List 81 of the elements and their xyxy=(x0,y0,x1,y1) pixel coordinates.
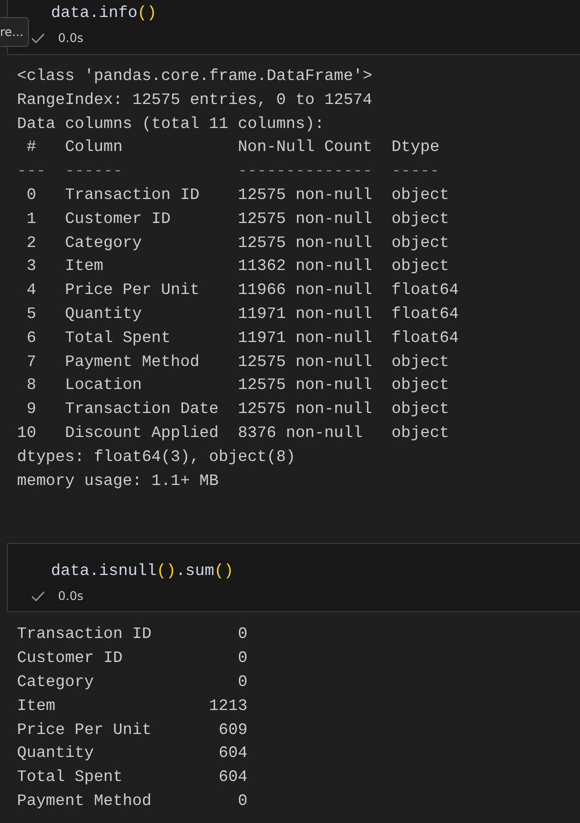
index-cell-text: 8 xyxy=(26,375,36,396)
code-line: data.info() xyxy=(51,3,158,24)
count-cell-text: 12575 non-null xyxy=(238,184,372,206)
header-rule: --- xyxy=(17,161,46,182)
column-header: Column xyxy=(65,137,123,158)
label-cell-text: Payment Method xyxy=(17,790,152,812)
label-cell-text: Transaction ID xyxy=(17,624,152,646)
index-cell-text: 0 xyxy=(26,184,36,206)
dtype-cell-text: object xyxy=(391,399,450,420)
count-cell-text: 11362 non-null xyxy=(238,256,372,278)
value-cell-text: 0 xyxy=(238,648,248,670)
column-name-cell-text: Transaction ID xyxy=(65,184,200,206)
index-cell-text: 7 xyxy=(26,352,36,373)
dtype-cell-text: float64 xyxy=(391,280,459,302)
index-cell-text: 2 xyxy=(26,232,36,254)
execution-time: 0.0s xyxy=(58,589,84,604)
dtype-cell-text: object xyxy=(391,208,450,230)
count-cell-text: 11971 non-null xyxy=(238,304,372,325)
header-rule: -------------- xyxy=(238,161,372,182)
column-name-cell-text: Transaction Date xyxy=(65,399,219,420)
index-cell-text: 3 xyxy=(26,256,36,278)
value-cell-text: 604 xyxy=(218,743,248,764)
value-cell-text: 609 xyxy=(218,720,248,741)
output-line: dtypes: float64(3), object(8) xyxy=(17,446,296,468)
header-rule: ------ xyxy=(65,161,123,182)
code-line: data.isnull().sum() xyxy=(51,561,234,582)
label-cell-text: Total Spent xyxy=(17,767,123,788)
column-name-cell-text: Price Per Unit xyxy=(65,280,200,302)
value-cell-text: 604 xyxy=(218,767,248,788)
output-line: Data columns (total 11 columns): xyxy=(17,114,324,135)
value-cell-text: 0 xyxy=(238,790,248,812)
dtype-cell-text: object xyxy=(391,352,450,373)
code-cell[interactable]: data.isnull().sum() 0.0s xyxy=(7,543,580,612)
count-cell-text: 12575 non-null xyxy=(238,208,372,230)
index-cell-text: 10 xyxy=(17,422,36,444)
label-cell-text: Item xyxy=(17,696,56,717)
column-name-cell-text: Discount Applied xyxy=(65,422,219,444)
header-rule: ----- xyxy=(391,161,440,182)
tooltip: re... xyxy=(0,17,28,47)
dtype-cell-text: float64 xyxy=(391,304,459,325)
dtype-cell-text: object xyxy=(391,256,450,278)
column-name-cell-text: Item xyxy=(65,256,104,278)
column-name-cell-text: Total Spent xyxy=(65,328,171,349)
column-name-cell-text: Customer ID xyxy=(65,208,171,230)
count-cell-text: 12575 non-null xyxy=(238,399,372,420)
count-cell-text: 12575 non-null xyxy=(238,375,372,396)
label-cell-text: Category xyxy=(17,672,94,693)
count-cell-text: 12575 non-null xyxy=(238,232,372,254)
check-icon xyxy=(31,590,45,602)
value-cell-text: 1213 xyxy=(209,696,248,717)
dtype-cell-text: object xyxy=(391,232,450,254)
output-line: memory usage: 1.1+ MB xyxy=(17,470,219,492)
execution-time: 0.0s xyxy=(58,31,84,45)
dtype-cell-text: float64 xyxy=(391,328,459,349)
label-cell-text: Quantity xyxy=(17,743,94,764)
column-name-cell-text: Quantity xyxy=(65,304,142,325)
index-cell-text: 9 xyxy=(26,399,36,420)
count-cell-text: 11966 non-null xyxy=(238,280,372,302)
dtype-cell-text: object xyxy=(391,375,450,396)
count-cell-text: 11971 non-null xyxy=(238,328,372,349)
count-cell-text: 8376 non-null xyxy=(238,422,363,444)
index-cell-text: 4 xyxy=(26,280,36,302)
value-cell-text: 0 xyxy=(238,624,248,646)
column-name-cell-text: Payment Method xyxy=(65,352,200,373)
dtype-cell-text: object xyxy=(391,184,450,206)
label-cell-text: Price Per Unit xyxy=(17,720,152,741)
column-header: Non-Null Count xyxy=(238,137,372,158)
output-line: <class 'pandas.core.frame.DataFrame'> xyxy=(17,66,372,87)
column-header: Dtype xyxy=(391,137,440,158)
count-cell-text: 12575 non-null xyxy=(238,352,372,373)
output-line: RangeIndex: 12575 entries, 0 to 12574 xyxy=(17,90,372,111)
value-cell-text: 0 xyxy=(238,672,248,693)
column-name-cell-text: Category xyxy=(65,232,142,254)
index-cell-text: 5 xyxy=(26,304,36,325)
label-cell-text: Customer ID xyxy=(17,648,123,670)
column-name-cell-text: Location xyxy=(65,375,142,396)
index-cell-text: 6 xyxy=(26,328,36,349)
dtype-cell-text: object xyxy=(391,422,450,444)
index-cell-text: 1 xyxy=(26,208,36,230)
column-header: # xyxy=(26,137,36,158)
check-icon xyxy=(31,32,45,44)
